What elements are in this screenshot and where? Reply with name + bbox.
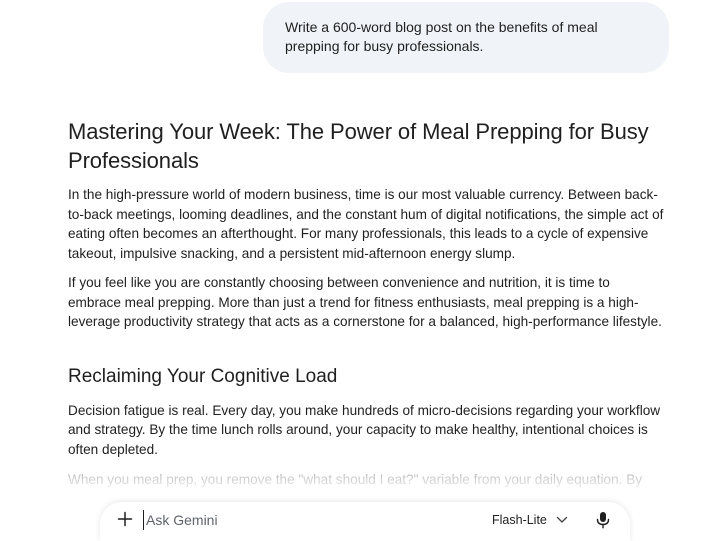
section-paragraph: When you meal prep, you remove the "what… <box>68 472 643 487</box>
response-paragraph: In the high-pressure world of modern bus… <box>68 187 664 261</box>
add-attachment-button[interactable] <box>114 508 136 530</box>
section-heading: Reclaiming Your Cognitive Load <box>68 365 338 387</box>
plus-icon <box>117 511 133 527</box>
prompt-composer: Flash-Lite <box>100 502 630 541</box>
model-selector-button[interactable]: Flash-Lite <box>492 510 568 530</box>
response-title: Mastering Your Week: The Power of Meal P… <box>68 119 649 173</box>
section-paragraph: Decision fatigue is real. Every day, you… <box>68 402 661 457</box>
user-message-text: Write a 600-word blog post on the benefi… <box>285 19 598 54</box>
model-response: Mastering Your Week: The Power of Meal P… <box>68 117 666 490</box>
model-label: Flash-Lite <box>492 513 547 527</box>
prompt-input[interactable] <box>143 510 446 530</box>
response-paragraph: If you feel like you are constantly choo… <box>68 275 662 329</box>
microphone-icon <box>596 512 610 529</box>
chevron-down-icon <box>556 516 568 523</box>
user-message-bubble: Write a 600-word blog post on the benefi… <box>263 2 669 73</box>
voice-input-button[interactable] <box>593 509 613 531</box>
chat-page: Write a 600-word blog post on the benefi… <box>0 0 720 541</box>
